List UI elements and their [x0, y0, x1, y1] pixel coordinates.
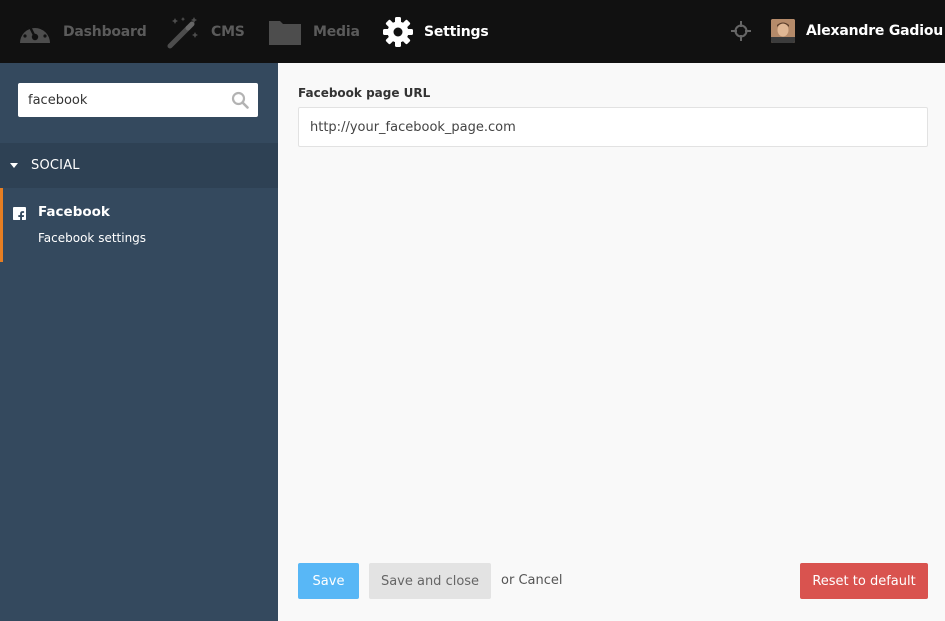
reset-to-default-button[interactable]: Reset to default [800, 563, 928, 599]
magic-wand-icon [165, 14, 201, 50]
sidebar-item-subtitle: Facebook settings [38, 231, 147, 245]
search-input[interactable] [18, 83, 228, 117]
facebook-url-label: Facebook page URL [298, 86, 431, 100]
nav-settings-label: Settings [424, 23, 489, 40]
nav-cms-label: CMS [211, 23, 245, 40]
gear-icon [380, 14, 416, 50]
sidebar-item-title: Facebook [38, 204, 110, 220]
nav-settings[interactable]: Settings [380, 0, 489, 63]
facebook-url-input[interactable] [298, 107, 928, 147]
nav-cms[interactable]: CMS [165, 0, 245, 63]
search-box [18, 83, 258, 117]
crosshair-icon[interactable] [731, 21, 751, 41]
folder-icon [267, 14, 303, 50]
top-navigation-bar: Dashboard CMS Media Settings Alexandre G… [0, 0, 945, 63]
section-header-social[interactable]: SOCIAL [0, 143, 278, 188]
user-menu[interactable]: Alexandre Gadiou [771, 18, 943, 44]
sidebar-item-facebook[interactable]: Facebook Facebook settings [0, 188, 278, 262]
cancel-link[interactable]: Cancel [518, 573, 562, 588]
user-avatar [771, 19, 795, 43]
nav-dashboard[interactable]: Dashboard [17, 0, 147, 63]
settings-sidebar: SOCIAL Facebook Facebook settings [0, 63, 278, 621]
user-name: Alexandre Gadiou [806, 23, 944, 39]
settings-main-panel: Facebook page URL Save Save and close or… [278, 63, 945, 621]
dashboard-gauge-icon [17, 14, 53, 50]
section-label: SOCIAL [31, 158, 80, 173]
nav-dashboard-label: Dashboard [63, 23, 147, 40]
caret-down-icon [10, 163, 18, 168]
nav-media-label: Media [313, 23, 360, 40]
nav-media[interactable]: Media [267, 0, 360, 63]
or-cancel-text: or Cancel [501, 573, 563, 588]
or-label: or [501, 573, 515, 588]
save-button[interactable]: Save [298, 563, 359, 599]
search-icon[interactable] [231, 91, 249, 109]
save-and-close-button[interactable]: Save and close [369, 563, 491, 599]
facebook-icon [13, 207, 26, 220]
